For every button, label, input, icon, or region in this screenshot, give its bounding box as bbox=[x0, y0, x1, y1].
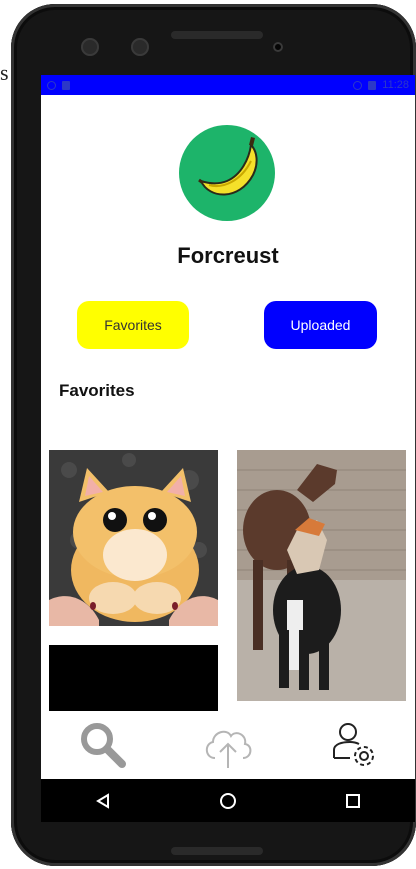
bottom-speaker bbox=[171, 847, 263, 855]
search-icon bbox=[81, 723, 127, 768]
earpiece-speaker bbox=[171, 31, 263, 39]
section-title: Favorites bbox=[59, 381, 135, 400]
back-triangle-icon bbox=[96, 792, 110, 809]
cat-photo[interactable] bbox=[49, 450, 218, 626]
phone-frame: 11:28 Forcreust Favorites Uploaded Favor… bbox=[11, 4, 416, 866]
sim-icon bbox=[62, 80, 70, 90]
wifi-icon bbox=[353, 80, 363, 90]
proximity-sensor bbox=[273, 42, 283, 52]
banana-icon bbox=[198, 137, 258, 196]
recents-square-icon bbox=[345, 793, 360, 808]
nav-settings[interactable] bbox=[323, 715, 383, 775]
upload-cloud-icon bbox=[205, 730, 252, 768]
nav-upload[interactable] bbox=[198, 715, 258, 775]
notification-icon bbox=[47, 80, 56, 90]
front-camera bbox=[81, 38, 99, 56]
goat-photo[interactable] bbox=[237, 450, 406, 701]
goat-image bbox=[237, 450, 406, 701]
uploaded-tab-button[interactable]: Uploaded bbox=[264, 301, 377, 349]
user-settings-icon bbox=[332, 723, 374, 766]
cat-image bbox=[49, 450, 218, 626]
bottom-nav bbox=[41, 711, 415, 779]
favorites-tab-button[interactable]: Favorites bbox=[77, 301, 189, 349]
system-nav-bar bbox=[41, 779, 415, 822]
profile-username: Forcreust bbox=[177, 243, 279, 268]
home-button[interactable] bbox=[208, 781, 248, 821]
front-sensor bbox=[131, 38, 149, 56]
home-circle-icon bbox=[219, 792, 236, 809]
status-time: 11:28 bbox=[382, 79, 409, 91]
stray-text: s bbox=[0, 60, 9, 85]
back-button[interactable] bbox=[83, 781, 123, 821]
black-photo[interactable] bbox=[49, 645, 218, 711]
recents-button[interactable] bbox=[333, 781, 373, 821]
app-screen: 11:28 Forcreust Favorites Uploaded Favor… bbox=[41, 75, 415, 822]
nav-search[interactable] bbox=[73, 715, 133, 775]
battery-icon bbox=[368, 80, 377, 90]
status-bar: 11:28 bbox=[41, 75, 415, 95]
avatar[interactable] bbox=[179, 125, 275, 221]
